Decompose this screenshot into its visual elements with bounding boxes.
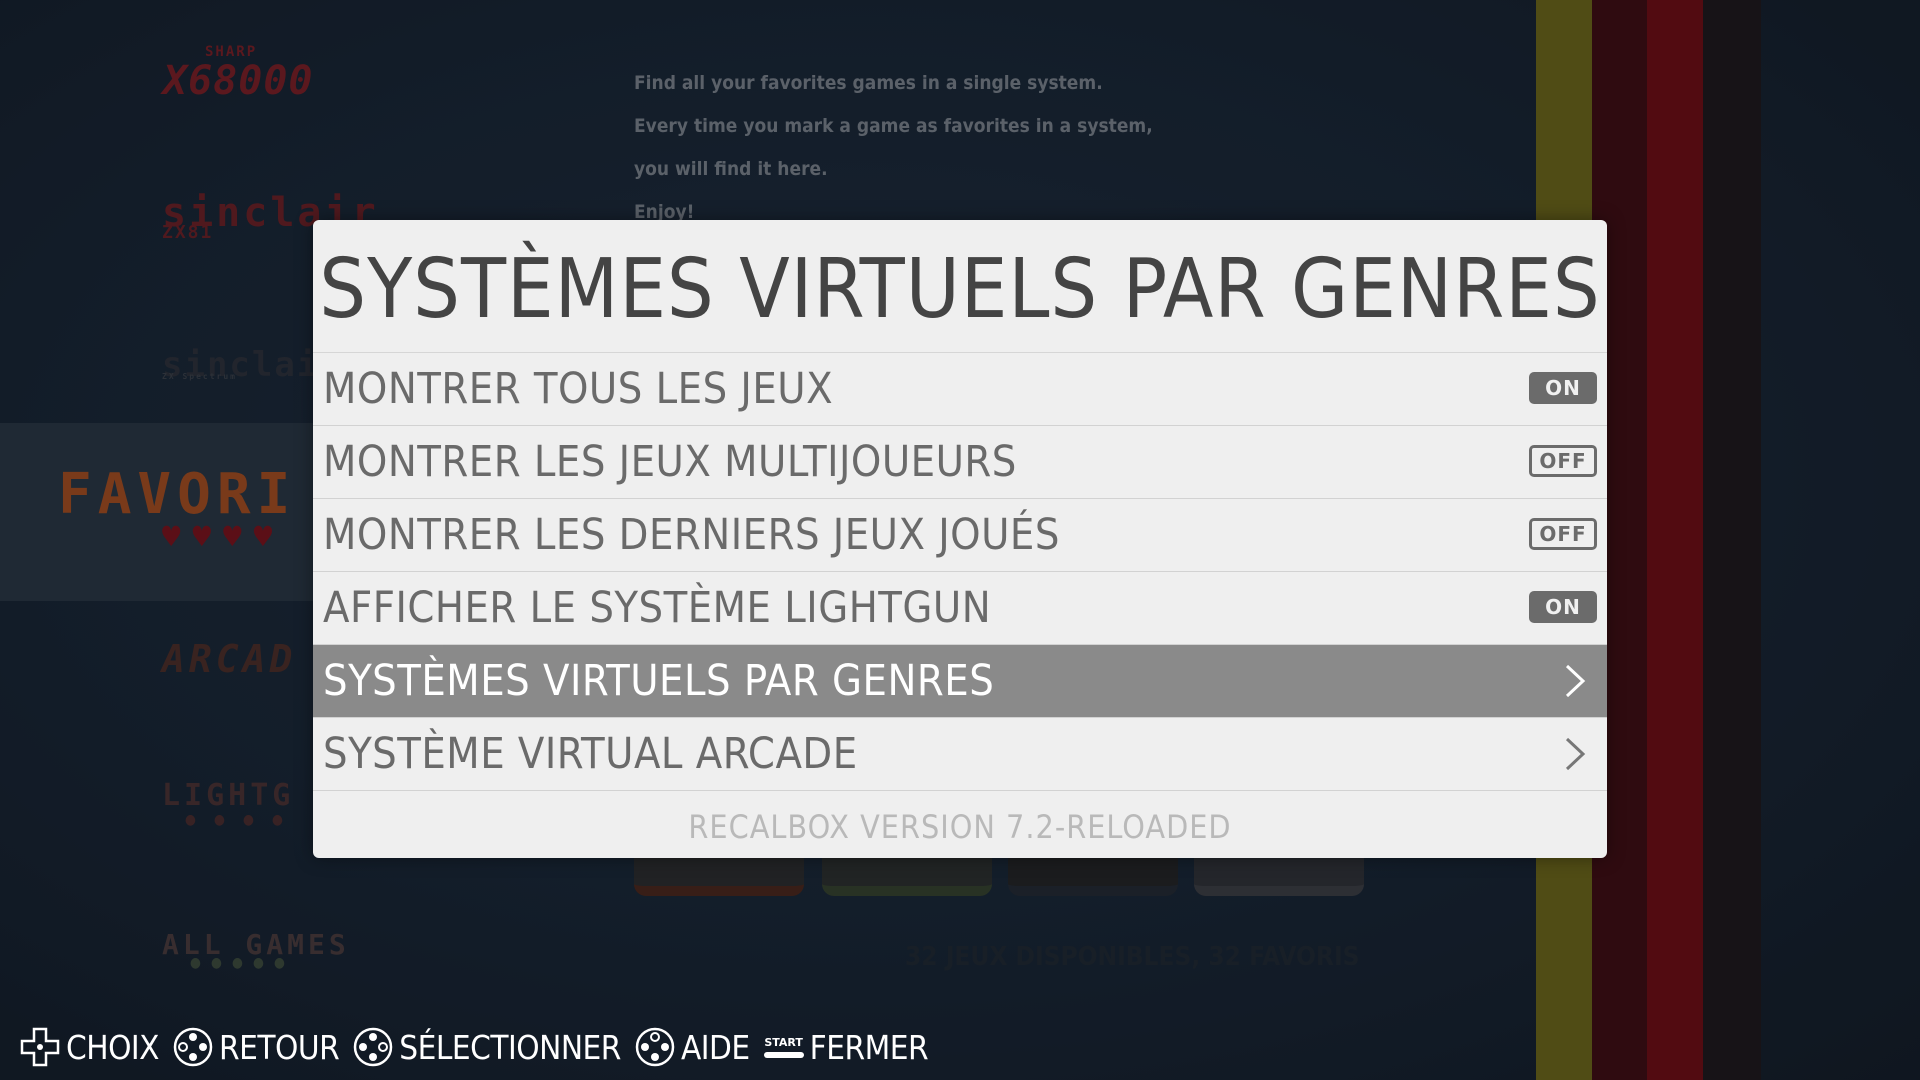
help-label: AIDE xyxy=(680,1027,750,1067)
favorites-hearts-icon: ♥♥♥♥ xyxy=(160,520,283,553)
help-label: FERMER xyxy=(809,1027,929,1067)
description-line: Every time you mark a game as favorites … xyxy=(634,115,1153,137)
menu-row-label: MONTRER TOUS LES JEUX xyxy=(323,364,834,414)
button-y-icon xyxy=(635,1027,675,1067)
button-a-icon xyxy=(354,1027,393,1067)
dpad-icon xyxy=(20,1027,60,1067)
game-count: 32 JEUX DISPONIBLES, 32 FAVORIS xyxy=(905,942,1360,972)
theme-stripe-red xyxy=(1647,0,1703,1080)
help-label: RETOUR xyxy=(219,1027,340,1067)
help-fermer: START FERMER xyxy=(763,1027,929,1067)
help-label: SÉLECTIONNER xyxy=(399,1027,621,1067)
system-logo-spectrum-sub: ZX Spectrum xyxy=(162,372,237,381)
toggle-switch[interactable]: OFF xyxy=(1529,445,1597,477)
lightgun-dots-icon: ●●●● xyxy=(185,812,301,828)
menu-row-show-multiplayer-games[interactable]: MONTRER LES JEUX MULTIJOUEURS OFF xyxy=(313,426,1607,499)
version-label: RECALBOX VERSION 7.2-RELOADED xyxy=(688,808,1232,846)
help-aide: AIDE xyxy=(635,1027,750,1067)
start-button-bar xyxy=(763,1051,804,1058)
screen: SHARP X68000 sinclair ZX81 sinclair ZX S… xyxy=(0,0,1920,1080)
menu-title: SYSTÈMES VIRTUELS PAR GENRES xyxy=(313,220,1607,353)
menu-row-label: SYSTÈMES VIRTUELS PAR GENRES xyxy=(323,656,995,706)
help-label: CHOIX xyxy=(66,1027,160,1067)
help-bar: CHOIX RETOUR SÉLECTIONNER AIDE START FER… xyxy=(20,1024,942,1070)
description-line: Find all your favorites games in a singl… xyxy=(634,72,1103,94)
system-logo-arcade[interactable]: ARCAD xyxy=(162,637,296,681)
system-logo-lightgun[interactable]: LIGHTG xyxy=(162,778,294,813)
theme-stripe-black xyxy=(1703,0,1761,1080)
start-button-icon: START xyxy=(763,1035,804,1058)
menu-row-show-last-played[interactable]: MONTRER LES DERNIERS JEUX JOUÉS OFF xyxy=(313,499,1607,572)
system-logo-zx81-sub: ZX81 xyxy=(162,222,214,243)
menu-row-virtual-arcade-system[interactable]: SYSTÈME VIRTUAL ARCADE xyxy=(313,718,1607,791)
start-button-label: START xyxy=(764,1035,803,1049)
menu-row-show-all-games[interactable]: MONTRER TOUS LES JEUX ON xyxy=(313,353,1607,426)
toggle-switch[interactable]: ON xyxy=(1529,591,1597,623)
help-selectionner: SÉLECTIONNER xyxy=(353,1027,621,1067)
chevron-right-icon xyxy=(1565,664,1586,698)
menu-row-label: MONTRER LES DERNIERS JEUX JOUÉS xyxy=(323,510,1060,560)
toggle-switch[interactable]: ON xyxy=(1529,372,1597,404)
menu-row-label: SYSTÈME VIRTUAL ARCADE xyxy=(323,729,858,779)
system-logo-x68000[interactable]: X68000 xyxy=(163,58,314,104)
system-description: Find all your favorites games in a singl… xyxy=(634,62,1153,234)
menu-row-virtual-systems-by-genre[interactable]: SYSTÈMES VIRTUELS PAR GENRES xyxy=(313,645,1607,718)
description-line: you will find it here. xyxy=(634,158,828,180)
allgames-dots-icon: ●●●●● xyxy=(190,955,295,971)
system-logo-favorites[interactable]: FAVORI xyxy=(58,462,296,527)
help-retour: RETOUR xyxy=(173,1027,340,1067)
chevron-right-icon xyxy=(1565,737,1586,771)
menu-row-label: MONTRER LES JEUX MULTIJOUEURS xyxy=(323,437,1017,487)
button-b-icon xyxy=(173,1027,213,1067)
menu-row-label: AFFICHER LE SYSTÈME LIGHTGUN xyxy=(323,583,992,633)
settings-menu: SYSTÈMES VIRTUELS PAR GENRES MONTRER TOU… xyxy=(313,220,1607,858)
help-choix: CHOIX xyxy=(20,1027,160,1067)
menu-row-show-lightgun-system[interactable]: AFFICHER LE SYSTÈME LIGHTGUN ON xyxy=(313,572,1607,645)
toggle-switch[interactable]: OFF xyxy=(1529,518,1597,550)
